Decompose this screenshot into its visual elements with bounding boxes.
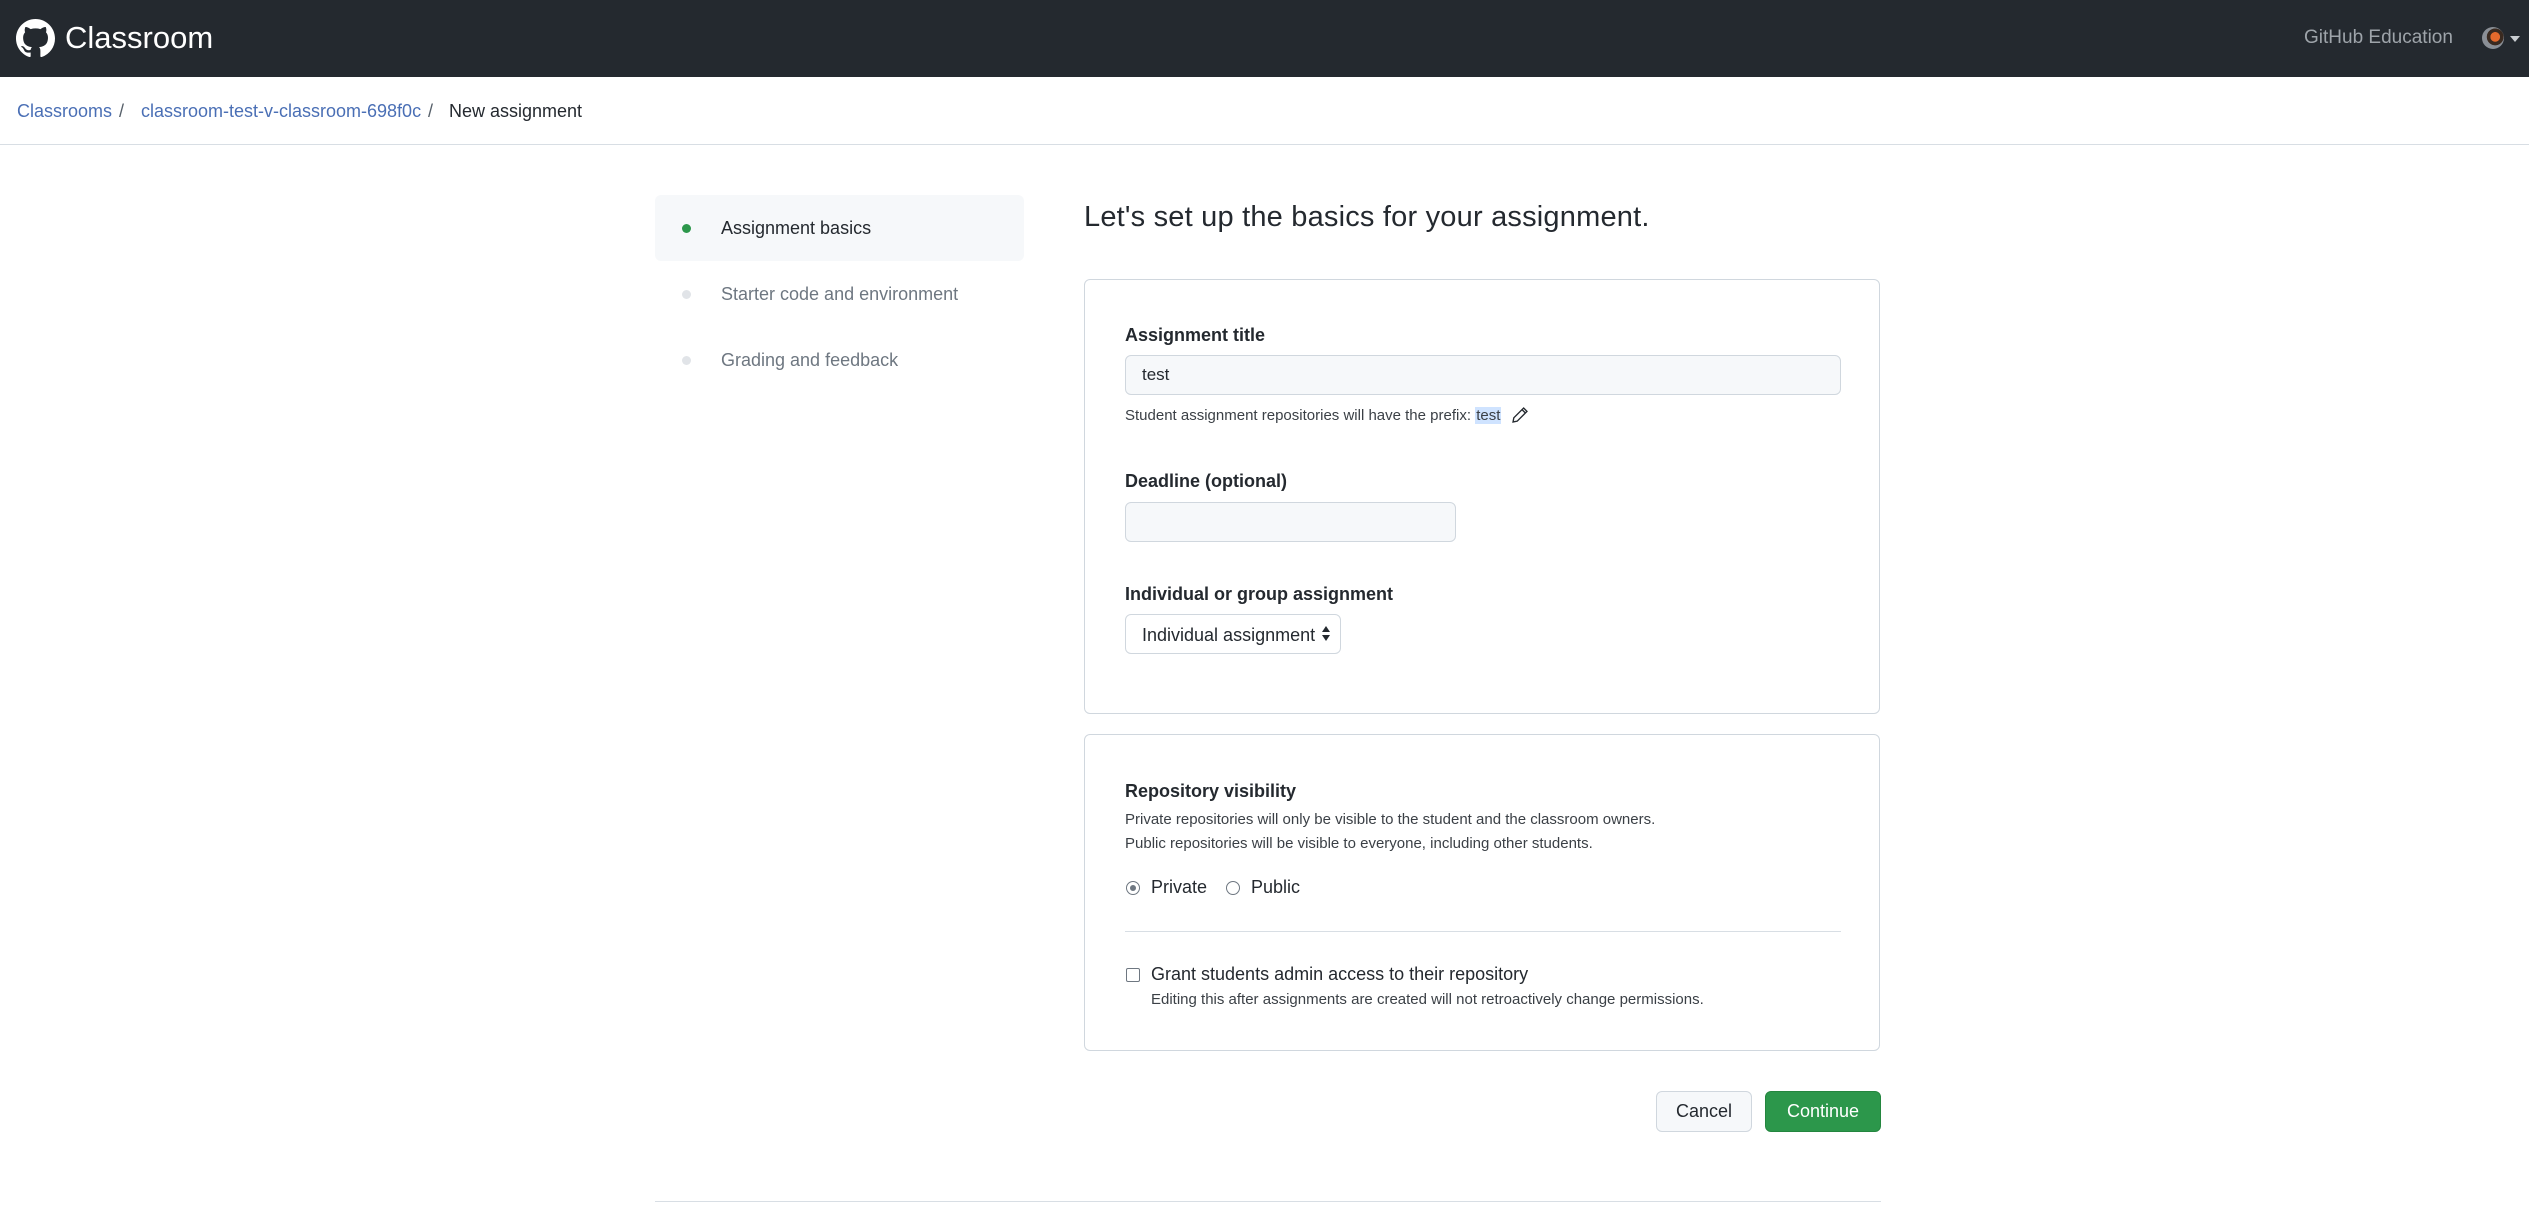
deadline-input[interactable] bbox=[1125, 502, 1456, 542]
prefix-value: test bbox=[1475, 407, 1502, 424]
step-status-dot bbox=[682, 356, 691, 365]
footer-divider bbox=[655, 1201, 1881, 1202]
step-starter-code[interactable]: Starter code and environment bbox=[655, 261, 1024, 327]
deadline-label: Deadline (optional) bbox=[1125, 471, 1287, 491]
public-radio-label[interactable]: Public bbox=[1251, 875, 1300, 899]
assignment-basics-panel: Assignment title Student assignment repo… bbox=[1084, 279, 1880, 714]
avatar bbox=[2482, 27, 2504, 49]
visibility-desc-public: Public repositories will be visible to e… bbox=[1125, 835, 1593, 852]
breadcrumb-separator: / bbox=[119, 101, 125, 121]
visibility-desc-private: Private repositories will only be visibl… bbox=[1125, 811, 1656, 828]
chevron-down-icon bbox=[2510, 36, 2520, 42]
step-status-dot bbox=[682, 290, 691, 299]
step-assignment-basics[interactable]: Assignment basics bbox=[655, 195, 1024, 261]
pencil-icon[interactable] bbox=[1511, 406, 1529, 424]
prefix-hint: Student assignment repositories will hav… bbox=[1125, 406, 1529, 426]
select-arrows-icon bbox=[1322, 626, 1330, 642]
breadcrumb: Classrooms / classroom-test-v-classroom-… bbox=[0, 77, 2529, 145]
step-grading-feedback[interactable]: Grading and feedback bbox=[655, 327, 1024, 393]
visibility-label: Repository visibility bbox=[1125, 781, 1297, 801]
public-radio[interactable] bbox=[1226, 881, 1240, 895]
breadcrumb-current: New assignment bbox=[449, 101, 583, 121]
breadcrumb-separator: / bbox=[428, 101, 434, 121]
private-radio[interactable] bbox=[1126, 881, 1140, 895]
group-type-value: Individual assignment bbox=[1142, 625, 1316, 645]
group-type-select[interactable]: Individual assignment bbox=[1125, 614, 1341, 654]
github-education-link[interactable]: GitHub Education bbox=[2304, 24, 2453, 52]
assignment-title-label: Assignment title bbox=[1125, 325, 1266, 345]
top-navbar: Classroom GitHub Education bbox=[0, 0, 2529, 77]
brand-title[interactable]: Classroom bbox=[65, 18, 213, 58]
prefix-hint-text: Student assignment repositories will hav… bbox=[1125, 407, 1472, 424]
private-radio-label[interactable]: Private bbox=[1151, 875, 1207, 899]
user-menu-button[interactable] bbox=[2482, 27, 2522, 51]
cancel-button[interactable]: Cancel bbox=[1656, 1091, 1752, 1132]
divider bbox=[1125, 931, 1841, 932]
step-label: Starter code and environment bbox=[721, 284, 959, 304]
step-label: Grading and feedback bbox=[721, 350, 899, 370]
repository-visibility-panel: Repository visibility Private repositori… bbox=[1084, 734, 1880, 1051]
breadcrumb-classrooms[interactable]: Classrooms bbox=[17, 99, 112, 123]
assignment-title-input[interactable] bbox=[1125, 355, 1841, 395]
continue-button[interactable]: Continue bbox=[1765, 1091, 1881, 1132]
step-status-dot bbox=[682, 224, 691, 233]
admin-access-hint: Editing this after assignments are creat… bbox=[1151, 991, 1704, 1008]
admin-access-checkbox[interactable] bbox=[1126, 968, 1140, 982]
breadcrumb-classroom[interactable]: classroom-test-v-classroom-698f0c bbox=[141, 99, 421, 123]
step-label: Assignment basics bbox=[721, 218, 872, 238]
github-logo-icon[interactable] bbox=[16, 19, 55, 58]
admin-access-label[interactable]: Grant students admin access to their rep… bbox=[1151, 962, 1528, 986]
group-type-label: Individual or group assignment bbox=[1125, 584, 1394, 604]
page-title: Let's set up the basics for your assignm… bbox=[1084, 201, 1650, 233]
